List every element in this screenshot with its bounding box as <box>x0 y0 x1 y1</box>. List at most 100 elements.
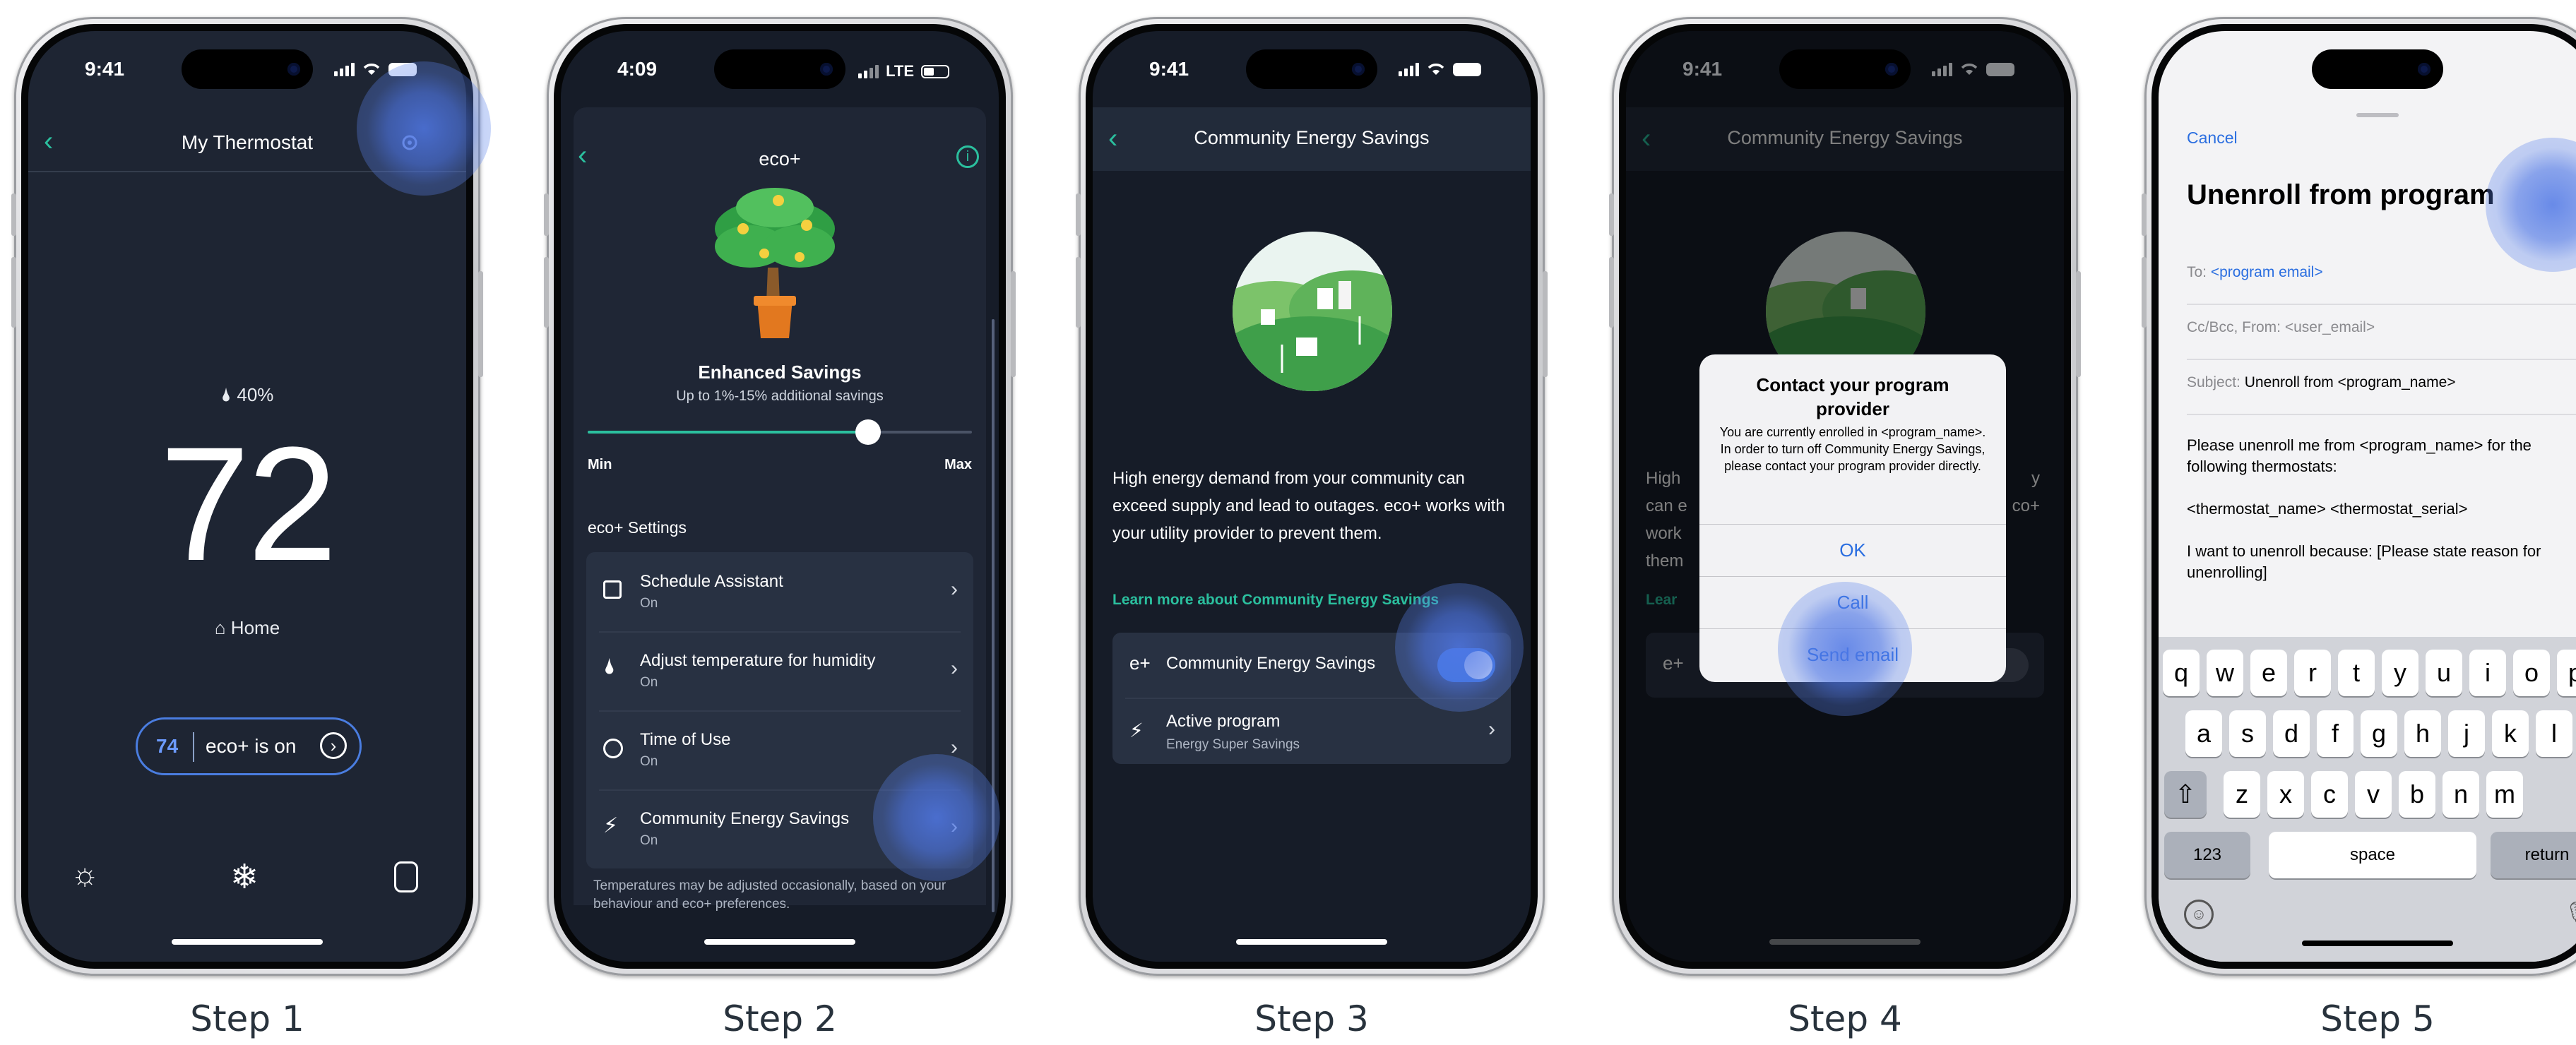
space-key[interactable]: space <box>2269 832 2476 878</box>
step-3-label: Step 3 <box>1254 998 1369 1039</box>
step-4-label: Step 4 <box>1788 998 1902 1039</box>
status-time: 9:41 <box>1149 58 1189 80</box>
key-v[interactable]: v <box>2355 771 2392 818</box>
signal-icon <box>1399 62 1419 76</box>
tap-indicator-toggle <box>1395 583 1524 712</box>
key-d[interactable]: d <box>2273 710 2310 757</box>
money-tree-illustration <box>715 188 835 338</box>
key-k[interactable]: k <box>2492 710 2529 757</box>
toggle-label: Community Energy Savings <box>1166 654 1376 673</box>
key-e[interactable]: e <box>2250 650 2287 696</box>
signal-icon <box>1932 62 1952 76</box>
key-l[interactable]: l <box>2536 710 2572 757</box>
key-i[interactable]: i <box>2469 650 2506 696</box>
power-tower-icon: ⚡ <box>1129 719 1144 741</box>
key-g[interactable]: g <box>2361 710 2397 757</box>
program-name: Energy Super Savings <box>1166 737 1300 752</box>
info-icon[interactable]: i <box>956 145 979 168</box>
ok-button[interactable]: OK <box>1699 524 2006 576</box>
home-indicator <box>2302 940 2453 946</box>
description-text: High energy demand from your community c… <box>1112 469 1505 543</box>
key-z[interactable]: z <box>2224 771 2260 818</box>
page-title: Community Energy Savings <box>1194 127 1430 148</box>
emoji-icon[interactable]: ☺ <box>2184 900 2214 929</box>
chevron-right-icon: › <box>1488 717 1495 741</box>
key-q[interactable]: q <box>2163 650 2200 696</box>
home-icon: ⌂ <box>214 617 226 638</box>
list-item-schedule-assistant[interactable]: Schedule Assistant On › <box>586 552 973 631</box>
to-field[interactable]: To: <program email> <box>2187 264 2576 305</box>
item-title: Time of Use <box>640 730 731 749</box>
microphone-icon[interactable]: 🎙 <box>2563 900 2576 926</box>
status-time: 4:09 <box>617 58 658 80</box>
key-x[interactable]: x <box>2267 771 2304 818</box>
email-body[interactable]: Please unenroll me from <program_name> f… <box>2187 435 2575 583</box>
key-m[interactable]: m <box>2486 771 2523 818</box>
eco-status-pill[interactable]: 74 eco+ is on › <box>136 717 362 775</box>
key-b[interactable]: b <box>2399 771 2435 818</box>
cancel-button[interactable]: Cancel <box>2187 129 2238 148</box>
snowflake-icon[interactable]: ❄ <box>230 857 259 897</box>
sensors-icon[interactable] <box>394 861 418 892</box>
drop-icon: 🌢 <box>220 384 232 405</box>
item-state: On <box>640 754 658 769</box>
settings-footer: Temperatures may be adjusted occasionall… <box>593 878 946 912</box>
key-u[interactable]: u <box>2426 650 2462 696</box>
bottom-toolbar: ☼ ❄ <box>28 857 466 900</box>
arrow-circle-icon: › <box>320 732 347 759</box>
slider-thumb[interactable] <box>855 419 882 445</box>
key-w[interactable]: w <box>2207 650 2243 696</box>
key-c[interactable]: c <box>2311 771 2348 818</box>
key-o[interactable]: o <box>2513 650 2550 696</box>
return-key[interactable]: return <box>2491 832 2576 878</box>
sheet-grabber <box>2356 113 2399 117</box>
current-temperature: 72 <box>160 413 338 595</box>
nav-bar: ‹ Community Energy Savings <box>1093 107 1531 171</box>
tap-indicator-send-email <box>1778 582 1912 716</box>
slider-min-label: Min <box>588 457 612 472</box>
numbers-key[interactable]: 123 <box>2164 832 2250 878</box>
learn-more-link[interactable]: Learn more about Community Energy Saving… <box>1112 592 1439 609</box>
tap-indicator-community-energy <box>873 754 1000 881</box>
battery-icon <box>1986 62 2014 76</box>
shift-key[interactable]: ⇧ <box>2164 771 2207 818</box>
phone-step-4: 9:41 ‹ Community Energy Savings Highcan … <box>1609 17 2081 976</box>
phone-step-1: 9:41 ‹ My Thermostat 🌢 40% 72 ⌂ Home 74 … <box>11 17 491 976</box>
battery-icon <box>1453 62 1481 76</box>
dialog-message: You are currently enrolled in <program_n… <box>1719 425 1986 473</box>
key-a[interactable]: a <box>2185 710 2222 757</box>
key-y[interactable]: y <box>2382 650 2418 696</box>
battery-icon <box>921 64 949 78</box>
eco-plus-icon: e+ <box>1129 652 1151 674</box>
subject-field[interactable]: Subject: Unenroll from <program_name> <box>2187 374 2576 415</box>
key-h[interactable]: h <box>2404 710 2441 757</box>
wifi-icon <box>1428 64 1444 75</box>
comfort-setting[interactable]: ⌂ Home <box>28 617 466 639</box>
key-t[interactable]: t <box>2338 650 2375 696</box>
wifi-icon <box>363 64 380 75</box>
key-f[interactable]: f <box>2317 710 2354 757</box>
item-state: On <box>640 596 658 611</box>
key-p[interactable]: p <box>2557 650 2576 696</box>
key-s[interactable]: s <box>2229 710 2266 757</box>
keyboard-row-1: qwertyuiop <box>2159 650 2576 696</box>
program-title: Active program <box>1166 712 1281 731</box>
savings-slider[interactable] <box>588 418 972 446</box>
list-item-humidity[interactable]: 🌢 Adjust temperature for humidity On › <box>586 631 973 710</box>
item-title: Schedule Assistant <box>640 572 783 591</box>
email-subject-title: Unenroll from program <box>2187 179 2495 210</box>
power-tower-icon: ⚡ <box>603 814 619 837</box>
drop-icon: 🌢 <box>603 655 616 679</box>
item-title: Adjust temperature for humidity <box>640 651 876 670</box>
item-state: On <box>640 675 658 690</box>
screen-step-4: 9:41 ‹ Community Energy Savings Highcan … <box>1626 31 2064 962</box>
phone-step-2: 4:09 LTE ‹ eco+ i Enhanced Savings Up to… <box>544 17 1016 976</box>
key-r[interactable]: r <box>2294 650 2331 696</box>
chevron-right-icon: › <box>951 578 958 601</box>
key-j[interactable]: j <box>2448 710 2485 757</box>
wifi-icon <box>1961 64 1978 75</box>
weather-icon[interactable]: ☼ <box>71 857 99 892</box>
savings-title: Enhanced Savings <box>698 362 862 383</box>
cc-bcc-field[interactable]: Cc/Bcc, From: <user_email> <box>2187 319 2576 360</box>
key-n[interactable]: n <box>2443 771 2479 818</box>
